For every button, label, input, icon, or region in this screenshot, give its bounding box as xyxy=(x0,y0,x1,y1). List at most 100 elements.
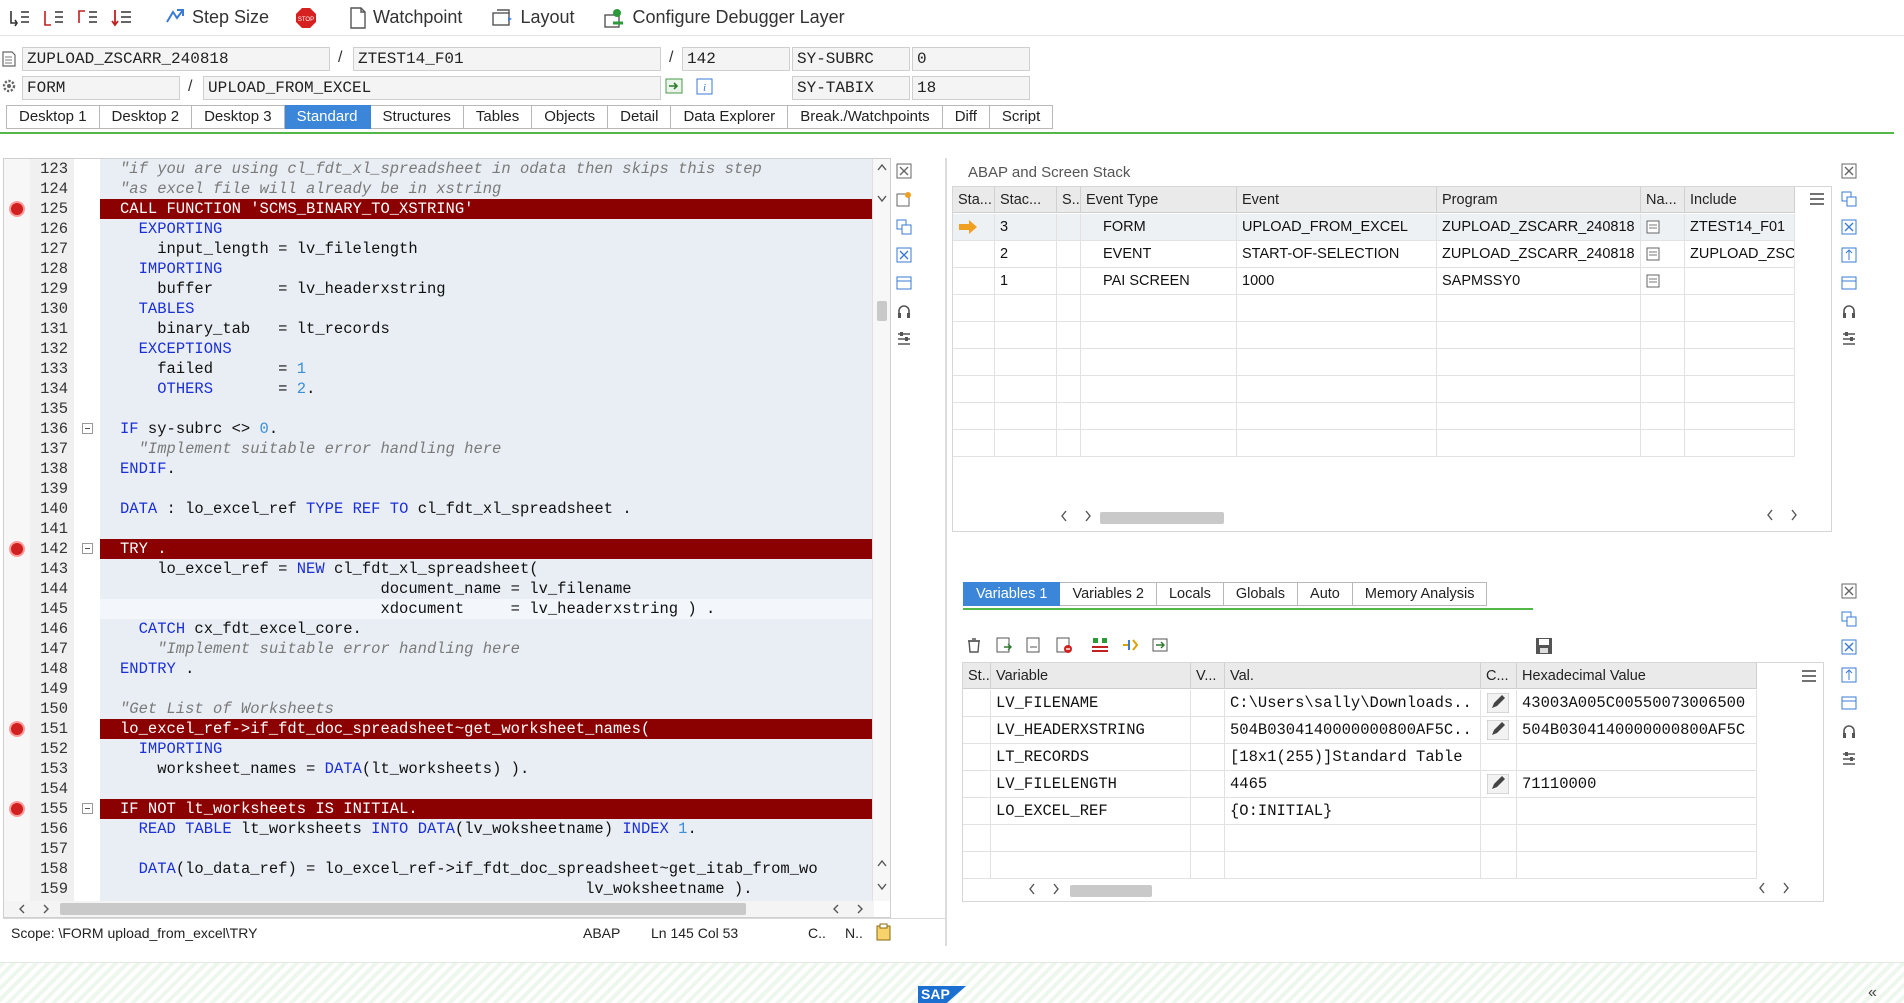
code-line[interactable] xyxy=(100,399,874,419)
tab-memory-analysis[interactable]: Memory Analysis xyxy=(1352,582,1488,606)
code-line[interactable]: DATA : lo_excel_ref TYPE REF TO cl_fdt_x… xyxy=(100,499,874,519)
variables-header-cell[interactable]: St... xyxy=(963,663,991,689)
step-over-icon[interactable] xyxy=(40,5,68,31)
edit-pencil-icon[interactable] xyxy=(1481,771,1517,798)
variable-row[interactable]: LT_RECORDS [18x1(255)]Standard Table xyxy=(963,744,1757,771)
variable-value-cell[interactable]: 4465 xyxy=(1225,771,1481,798)
settings-tool-icon[interactable] xyxy=(1838,328,1860,350)
variable-row[interactable]: LV_FILELENGTH 4465 71110000 xyxy=(963,771,1757,798)
import-icon[interactable] xyxy=(993,634,1015,656)
stack-header-cell[interactable]: Event xyxy=(1237,187,1437,213)
step-into-icon[interactable] xyxy=(6,5,34,31)
code-area[interactable]: "if you are using cl_fdt_xl_spreadsheet … xyxy=(100,159,874,901)
code-line[interactable]: failed = 1 xyxy=(100,359,874,379)
tab-globals[interactable]: Globals xyxy=(1223,582,1299,606)
breakpoint-code-line[interactable]: lo_excel_ref->if_fdt_doc_spreadsheet~get… xyxy=(100,719,874,739)
services-tool-icon[interactable] xyxy=(1838,300,1860,322)
code-line[interactable]: "Implement suitable error handling here xyxy=(100,439,874,459)
stack-header-cell[interactable]: Event Type xyxy=(1081,187,1237,213)
services-tool-icon[interactable] xyxy=(893,300,915,322)
scroll-left-right-icon[interactable] xyxy=(1758,882,1792,894)
line-number-field[interactable]: 142 xyxy=(682,47,790,71)
tab-objects[interactable]: Objects xyxy=(532,105,609,129)
editor-hscroll-thumb[interactable] xyxy=(60,903,746,915)
configure-layer-button[interactable]: Configure Debugger Layer xyxy=(596,3,852,33)
code-line[interactable]: CATCH cx_fdt_excel_core. xyxy=(100,619,874,639)
tab-diff[interactable]: Diff xyxy=(942,105,990,129)
code-line[interactable]: binary_tab = lt_records xyxy=(100,319,874,339)
step-return-icon[interactable] xyxy=(74,5,102,31)
tab-break-watchpoints[interactable]: Break./Watchpoints xyxy=(788,105,943,129)
code-line[interactable]: input_length = lv_filelength xyxy=(100,239,874,259)
stack-row[interactable] xyxy=(953,403,1795,430)
delete-icon[interactable] xyxy=(963,634,985,656)
scroll-up-icon[interactable] xyxy=(877,859,887,867)
transfer-icon[interactable] xyxy=(1149,634,1171,656)
code-line[interactable]: "as excel file will already be in xstrin… xyxy=(100,179,874,199)
code-line[interactable]: EXCEPTIONS xyxy=(100,339,874,359)
layout-button[interactable]: Layout xyxy=(484,3,582,33)
tab-detail[interactable]: Detail xyxy=(608,105,672,129)
stack-header-cell[interactable]: Include xyxy=(1685,187,1795,213)
delete-row-icon[interactable] xyxy=(1053,634,1075,656)
stack-row[interactable] xyxy=(953,376,1795,403)
scroll-up-icon[interactable] xyxy=(877,163,887,171)
tab-standard[interactable]: Standard xyxy=(284,105,371,129)
column-settings-icon[interactable] xyxy=(1800,668,1818,684)
event-name-field[interactable]: UPLOAD_FROM_EXCEL xyxy=(203,76,661,100)
tab-variables-2[interactable]: Variables 2 xyxy=(1060,582,1157,606)
new-tool-icon[interactable] xyxy=(893,188,915,210)
variable-name-cell[interactable]: LV_FILENAME xyxy=(991,690,1191,717)
sy-tabix-value[interactable]: 18 xyxy=(912,76,1030,100)
code-line[interactable]: "Get List of Worksheets xyxy=(100,699,874,719)
edit-pencil-icon[interactable] xyxy=(1481,717,1517,744)
maximize-tool-icon[interactable] xyxy=(893,272,915,294)
fold-toggle-icon[interactable] xyxy=(82,803,93,814)
navigate-source-icon[interactable] xyxy=(1641,214,1685,241)
breakpoint-code-line[interactable]: IF NOT lt_worksheets IS INITIAL. xyxy=(100,799,874,819)
tab-desktop-2[interactable]: Desktop 2 xyxy=(99,105,193,129)
export-icon[interactable] xyxy=(1023,634,1045,656)
code-line[interactable]: xdocument = lv_headerxstring ) . xyxy=(100,599,874,619)
tab-auto[interactable]: Auto xyxy=(1298,582,1353,606)
code-line[interactable]: IMPORTING xyxy=(100,259,874,279)
variables-hscroll-thumb[interactable] xyxy=(1070,885,1152,897)
code-line[interactable]: EXPORTING xyxy=(100,219,874,239)
breakpoint-gutter[interactable] xyxy=(4,159,30,901)
code-line[interactable] xyxy=(100,479,874,499)
tab-variables-1[interactable]: Variables 1 xyxy=(963,582,1061,606)
replace-tool-icon[interactable] xyxy=(1838,188,1860,210)
stack-row[interactable] xyxy=(953,430,1795,457)
close-tool-icon[interactable] xyxy=(893,160,915,182)
variable-name-cell[interactable]: LV_HEADERXSTRING xyxy=(991,717,1191,744)
code-line[interactable]: DATA(lo_data_ref) = lo_excel_ref->if_fdt… xyxy=(100,859,874,879)
maximize-tool-icon[interactable] xyxy=(1838,692,1860,714)
services-tool-icon[interactable] xyxy=(1838,720,1860,742)
column-settings-icon[interactable] xyxy=(1808,191,1826,207)
editor-horizontal-scrollbar[interactable] xyxy=(4,901,874,917)
tab-tables[interactable]: Tables xyxy=(463,105,533,129)
code-line[interactable] xyxy=(100,519,874,539)
code-line[interactable]: buffer = lv_headerxstring xyxy=(100,279,874,299)
code-line[interactable] xyxy=(100,679,874,699)
variables-header-cell[interactable]: V... xyxy=(1191,663,1225,689)
scroll-left-right-icon[interactable] xyxy=(1766,509,1800,521)
code-line[interactable]: lv_woksheetname ). xyxy=(100,879,874,899)
code-line[interactable] xyxy=(100,839,874,859)
stack-header-cell[interactable]: Program xyxy=(1437,187,1641,213)
editor-vertical-scrollbar[interactable] xyxy=(872,159,890,901)
scroll-left-right-icon[interactable] xyxy=(1060,510,1094,522)
breakpoint-icon[interactable] xyxy=(9,541,25,557)
stack-header-cell[interactable]: Stac... xyxy=(995,187,1057,213)
variable-name-cell[interactable]: LT_RECORDS xyxy=(991,744,1191,771)
code-line[interactable]: document_name = lv_filename xyxy=(100,579,874,599)
code-line[interactable]: TABLES xyxy=(100,299,874,319)
stack-hscroll-thumb[interactable] xyxy=(1100,512,1224,524)
code-line[interactable]: ENDTRY . xyxy=(100,659,874,679)
tab-desktop-1[interactable]: Desktop 1 xyxy=(6,105,100,129)
continue-icon[interactable] xyxy=(108,5,136,31)
variable-name-cell[interactable]: LV_FILELENGTH xyxy=(991,771,1191,798)
stack-row[interactable]: 1 PAI SCREEN 1000 SAPMSSY0 xyxy=(953,268,1795,295)
scroll-left-right-icon[interactable] xyxy=(1028,883,1062,895)
watchpoint-button[interactable]: Watchpoint xyxy=(341,3,470,33)
